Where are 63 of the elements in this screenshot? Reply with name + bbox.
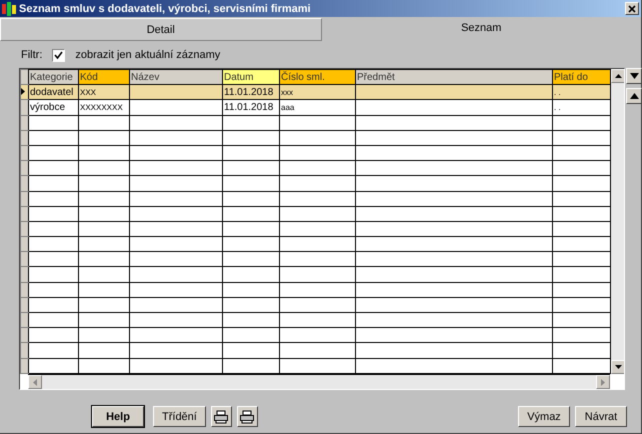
- toolbar-button[interactable]: Návrat: [575, 406, 627, 427]
- close-button[interactable]: [625, 2, 639, 15]
- up-arrow-icon: [614, 74, 622, 78]
- row-header[interactable]: [20, 221, 28, 237]
- up-arrow-icon: [630, 93, 638, 99]
- row-header[interactable]: [20, 282, 28, 298]
- column-header[interactable]: Číslo sml.: [280, 70, 356, 85]
- row-header[interactable]: [20, 145, 28, 161]
- row-header[interactable]: [20, 358, 28, 374]
- row-header: [20, 70, 28, 85]
- table-cell: . .: [554, 102, 561, 112]
- table-cell: . .: [554, 88, 561, 97]
- table-cell: 11.01.2018: [224, 86, 274, 98]
- checkbox-label: zobrazit jen aktuální záznamy: [75, 49, 220, 61]
- row-header[interactable]: [20, 236, 28, 252]
- vertical-scrollbar[interactable]: [611, 69, 624, 374]
- checkbox[interactable]: [52, 48, 66, 62]
- row-header[interactable]: [20, 206, 28, 222]
- app-icon: [2, 2, 16, 16]
- close-icon: [628, 4, 636, 12]
- down-arrow-icon: [614, 365, 622, 369]
- right-arrow-icon: [601, 378, 605, 386]
- table-cell: dodavatel: [30, 86, 74, 98]
- column-header[interactable]: Název: [130, 70, 222, 85]
- toolbar-button[interactable]: Help: [92, 406, 144, 427]
- column-header[interactable]: Datum: [222, 70, 280, 85]
- down-arrow-icon: [630, 73, 638, 79]
- table-cell: 11.01.2018: [224, 102, 274, 113]
- row-header[interactable]: [20, 130, 28, 146]
- printer-icon: [213, 410, 230, 424]
- row-header[interactable]: [20, 176, 28, 191]
- filter-label: Filtr:: [21, 49, 42, 61]
- row-header[interactable]: [20, 328, 28, 343]
- row-header[interactable]: [20, 266, 28, 282]
- row-header[interactable]: [20, 191, 28, 206]
- toolbar-button[interactable]: Výmaz: [518, 406, 570, 427]
- print-button[interactable]: [236, 406, 258, 427]
- column-header[interactable]: Platí do: [552, 70, 610, 85]
- left-arrow-icon: [33, 378, 37, 386]
- table-cell: aaa: [281, 102, 294, 112]
- row-header[interactable]: [20, 312, 28, 328]
- horizontal-scrollbar[interactable]: [28, 374, 610, 389]
- row-header[interactable]: [20, 115, 28, 130]
- table-cell: XXXXXXXX: [80, 102, 123, 112]
- table-cell: výrobce: [30, 102, 66, 113]
- row-header[interactable]: [20, 297, 28, 312]
- row-header[interactable]: [20, 252, 28, 267]
- row-header[interactable]: [20, 342, 28, 358]
- row-header[interactable]: [20, 160, 28, 176]
- row-indicator[interactable]: [20, 100, 28, 116]
- toolbar-button[interactable]: Třídění: [153, 406, 206, 427]
- next-record-button[interactable]: [626, 68, 642, 84]
- column-header[interactable]: Předmět: [356, 70, 552, 85]
- previous-record-button[interactable]: [626, 88, 642, 104]
- column-header[interactable]: Kód: [78, 70, 130, 85]
- table-cell: xxx: [281, 88, 293, 97]
- column-header[interactable]: Kategorie: [28, 70, 78, 85]
- window-title: Seznam smluv s dodavateli, výrobci, servisními firmami: [19, 2, 312, 14]
- print-button[interactable]: [210, 406, 232, 427]
- tab[interactable]: Detail: [0, 18, 322, 41]
- table-cell: XXX: [80, 88, 96, 97]
- printer-icon: [239, 410, 256, 424]
- row-indicator[interactable]: [20, 84, 28, 100]
